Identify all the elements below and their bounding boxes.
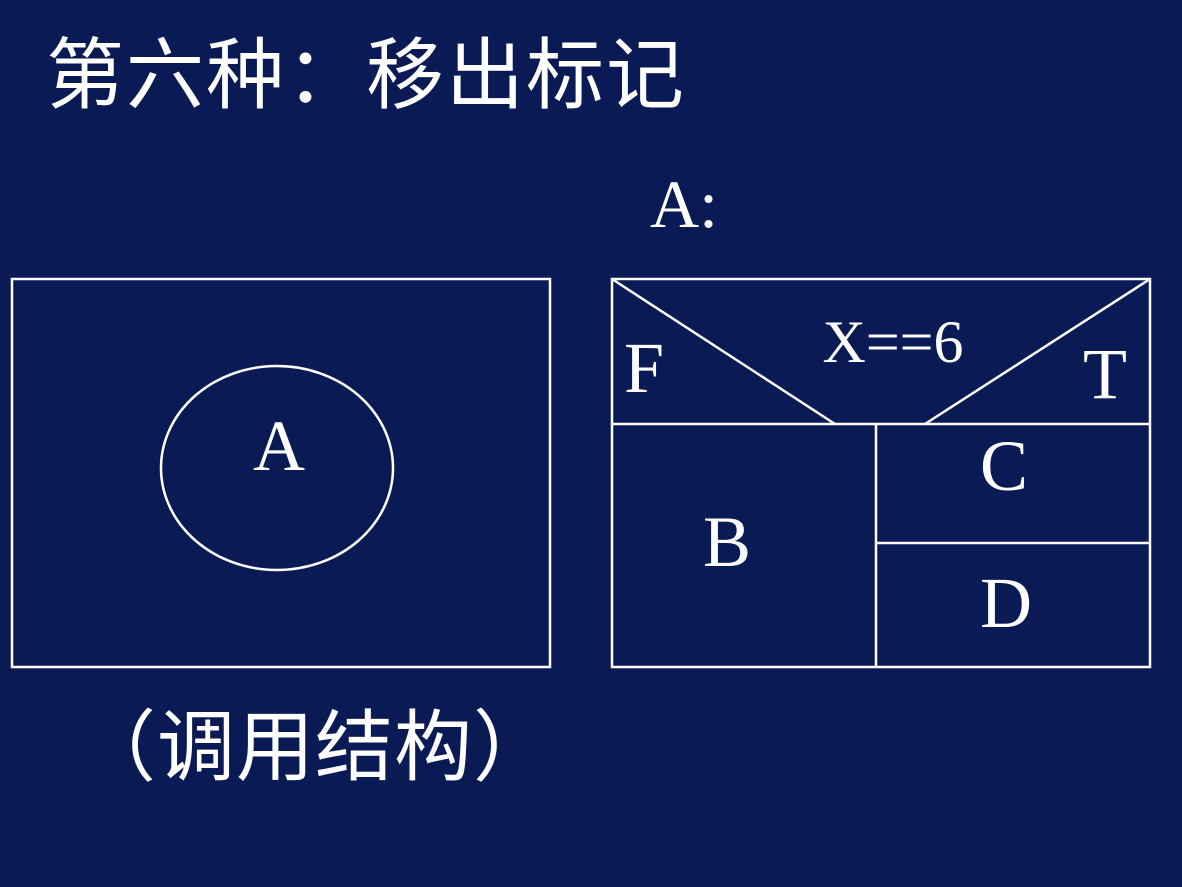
ns-condition-text: X==6 <box>822 309 963 375</box>
ns-true-label: T <box>1083 334 1127 414</box>
slide: 第六种：移出标记 A: A X==6 F T B C D （调用结构） <box>0 0 1182 887</box>
module-label: A <box>253 406 305 486</box>
call-structure-diagram: A <box>10 277 552 669</box>
slide-caption: （调用结构） <box>78 703 553 793</box>
ns-false-branch-b: B <box>703 502 751 582</box>
ns-false-label: F <box>624 328 664 408</box>
ns-decision-diagram: X==6 F T B C D <box>610 277 1152 669</box>
ns-true-branch-c: C <box>980 426 1028 506</box>
ns-true-branch-d: D <box>980 563 1032 643</box>
